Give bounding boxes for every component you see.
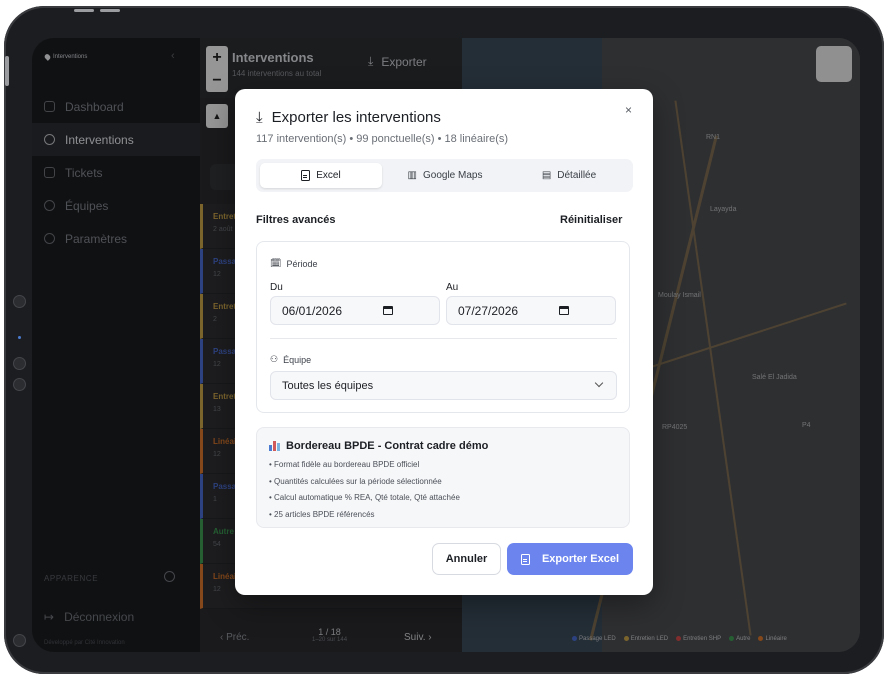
to-date-value: 07/27/2026 — [458, 303, 519, 318]
download-icon: ⤓ — [256, 109, 263, 126]
info-title-text: Bordereau BPDE - Contrat cadre démo — [286, 440, 489, 452]
power-button — [5, 56, 9, 86]
volume-button — [74, 9, 94, 12]
info-bullet: • 25 articles BPDE référencés — [269, 509, 375, 519]
team-select[interactable]: Toutes les équipes — [270, 371, 617, 400]
to-date-input[interactable]: 07/27/2026 — [446, 296, 616, 325]
chevron-down-icon — [594, 378, 604, 388]
tab-excel[interactable]: Excel — [260, 163, 382, 188]
calendar-icon[interactable] — [383, 306, 393, 315]
map-icon: ▥ — [407, 170, 417, 181]
volume-button — [100, 9, 120, 12]
reset-button[interactable]: Réinitialiser — [560, 214, 622, 226]
info-bullet: • Calcul automatique % REA, Qté totale, … — [269, 493, 460, 502]
period-label: Période — [286, 258, 318, 269]
cancel-button[interactable]: Annuler — [432, 543, 501, 575]
bpde-info-card: Bordereau BPDE - Contrat cadre démo • Fo… — [256, 427, 630, 528]
filters-heading: Filtres avancés — [256, 214, 336, 226]
calendar-icon: 🗓 — [270, 258, 282, 268]
camera-icon — [14, 358, 25, 369]
table-icon: ▤ — [541, 170, 552, 181]
users-icon: ⚇ — [270, 354, 279, 364]
export-excel-label: Exporter Excel — [541, 553, 620, 565]
dialog-subtitle: 117 intervention(s) • 99 ponctuelle(s) •… — [256, 133, 509, 145]
export-format-tabs: Excel ▥ Google Maps ▤ Détaillée — [256, 159, 633, 192]
tab-label: Google Maps — [422, 170, 483, 181]
sensor-icon — [18, 336, 21, 339]
divider — [270, 338, 617, 339]
tab-label: Détaillée — [557, 170, 597, 181]
file-icon — [520, 553, 530, 565]
team-section: ⚇ Équipe — [270, 354, 311, 365]
export-dialog: × ⤓ Exporter les interventions 117 inter… — [235, 89, 653, 595]
calendar-icon[interactable] — [559, 306, 569, 315]
dialog-title: ⤓ Exporter les interventions — [256, 109, 441, 126]
bar-chart-icon-bar — [273, 441, 276, 451]
from-date-value: 06/01/2026 — [282, 303, 343, 318]
team-select-value: Toutes les équipes — [282, 379, 374, 392]
export-excel-button[interactable]: Exporter Excel — [507, 543, 633, 575]
bar-chart-icon-bar — [269, 445, 272, 451]
team-label: Équipe — [283, 354, 312, 365]
camera-icon — [14, 635, 25, 646]
tab-google-maps[interactable]: ▥ Google Maps — [384, 163, 506, 188]
info-bullet: • Format fidèle au bordereau BPDE offici… — [269, 460, 420, 469]
file-icon — [301, 170, 311, 181]
camera-icon — [14, 379, 25, 390]
from-label: Du — [270, 282, 283, 293]
info-bullet: • Quantités calculées sur la période sél… — [269, 476, 442, 486]
close-icon[interactable]: × — [625, 103, 632, 117]
bar-chart-icon — [269, 441, 280, 451]
tab-detailed[interactable]: ▤ Détaillée — [508, 163, 630, 188]
tab-label: Excel — [316, 170, 341, 181]
info-title: Bordereau BPDE - Contrat cadre démo — [269, 440, 488, 452]
info-bullets: • Format fidèle au bordereau BPDE offici… — [269, 460, 460, 526]
dialog-title-text: Exporter les interventions — [271, 109, 441, 126]
filters-card: 🗓 Période Du Au 06/01/2026 07/27/2026 ⚇ … — [256, 241, 630, 413]
from-date-input[interactable]: 06/01/2026 — [270, 296, 440, 325]
period-section: 🗓 Période — [270, 258, 317, 269]
bar-chart-icon-bar — [277, 443, 280, 451]
camera-icon — [14, 296, 25, 307]
to-label: Au — [446, 282, 459, 293]
